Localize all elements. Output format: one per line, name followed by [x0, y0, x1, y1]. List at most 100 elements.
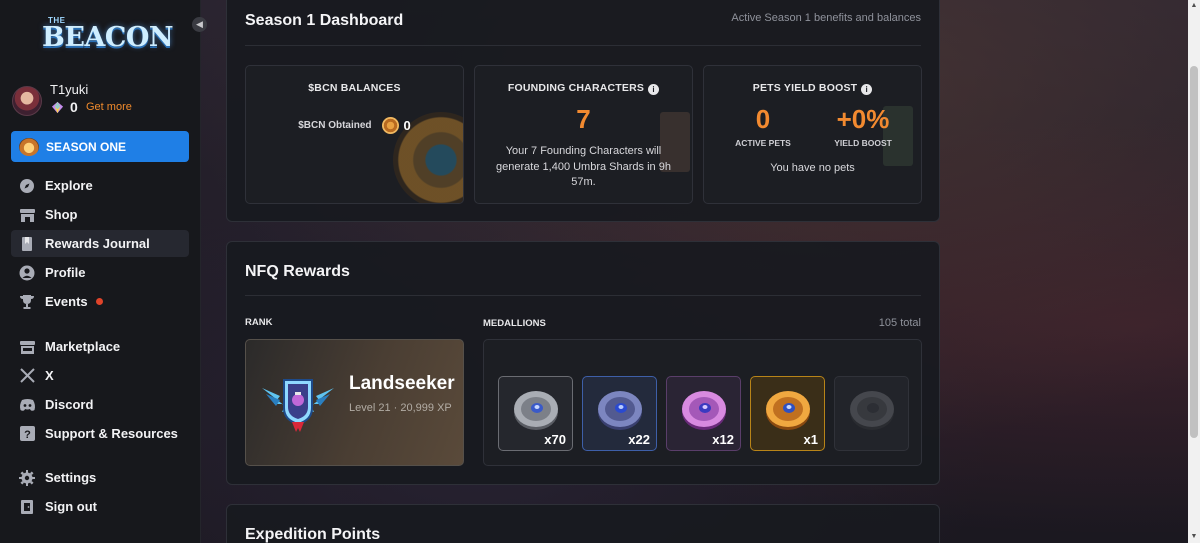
dashboard-subtitle: Active Season 1 benefits and balances: [731, 12, 921, 24]
gem-icon: [51, 101, 64, 114]
medallions-total: 105 total: [878, 317, 921, 329]
sidebar-item-label: Rewards Journal: [45, 236, 150, 251]
store-icon: [18, 206, 36, 224]
founding-heading-row: FOUNDING CHARACTERS i: [475, 82, 692, 95]
sidebar-item-label: Support & Resources: [45, 426, 178, 441]
svg-text:?: ?: [24, 429, 31, 441]
beacon-logo[interactable]: THE BEACON: [40, 16, 174, 60]
user-icon: [18, 264, 36, 282]
pets-heading-row: PETS YIELD BOOST i: [704, 82, 921, 95]
medallion-silver[interactable]: x70: [498, 376, 573, 451]
sidebar-item-support[interactable]: ? Support & Resources: [11, 420, 189, 447]
sign-out-icon: [18, 498, 36, 516]
avatar[interactable]: [12, 86, 42, 116]
medallion-purple[interactable]: x12: [666, 376, 741, 451]
sidebar-item-discord[interactable]: Discord: [11, 391, 189, 418]
page-title: Season 1 Dashboard: [245, 12, 404, 29]
sidebar-item-label: X: [45, 368, 54, 383]
sidebar-item-label: Explore: [45, 178, 93, 193]
sidebar-item-x[interactable]: X: [11, 362, 189, 389]
divider: [245, 45, 921, 46]
sidebar-item-profile[interactable]: Profile: [11, 259, 189, 286]
expedition-points-title: Expedition Points: [245, 526, 381, 543]
nav-secondary: Marketplace X Discord ? Support & Resour…: [11, 333, 189, 449]
purple-medallion-icon: [682, 391, 726, 430]
medallion-blue[interactable]: x22: [582, 376, 657, 451]
yield-boost-label: YIELD BOOST: [834, 138, 892, 148]
medallion-quantity: x22: [628, 432, 650, 447]
medallion-quantity: x70: [544, 432, 566, 447]
blue-medallion-icon: [598, 391, 642, 430]
username: T1yuki: [50, 82, 89, 97]
bcn-balances-heading: $BCN BALANCES: [308, 82, 401, 94]
bcn-coin-icon: [381, 117, 399, 134]
pets-yield-panel: PETS YIELD BOOST i 0 ACTIVE PETS +0% YIEL…: [703, 65, 922, 204]
yield-boost-value: +0%: [836, 104, 890, 134]
collapse-sidebar-button[interactable]: ◀: [192, 17, 207, 32]
sidebar-item-settings[interactable]: Settings: [11, 464, 189, 491]
nfq-rewards-title: NFQ Rewards: [245, 263, 350, 280]
sidebar-item-label: Profile: [45, 265, 86, 280]
trophy-icon: [18, 293, 36, 311]
active-pets-stat: 0 ACTIVE PETS: [718, 104, 808, 148]
rank-name: Landseeker: [349, 373, 455, 394]
sidebar: THE BEACON T1yuki 0 Get more SEASON ONE …: [0, 0, 201, 543]
scroll-up-arrow-icon[interactable]: ▲: [1190, 2, 1198, 10]
founding-characters-description: Your 7 Founding Characters will generate…: [496, 145, 671, 188]
sidebar-item-shop[interactable]: Shop: [11, 201, 189, 228]
x-icon: [18, 367, 36, 385]
help-icon: ?: [18, 425, 36, 443]
journal-icon: [18, 235, 36, 253]
medallions-panel: x70 x22 x12 x1: [483, 339, 922, 466]
gear-icon: [18, 469, 36, 487]
get-more-link[interactable]: Get more: [86, 101, 132, 113]
scrollbar[interactable]: ▲ ▼: [1188, 0, 1200, 543]
info-icon[interactable]: i: [648, 84, 660, 95]
season-dashboard-card: Season 1 Dashboard Active Season 1 benef…: [226, 0, 940, 222]
medallions-label: MEDALLIONS: [483, 318, 546, 329]
founding-characters-count: 7: [576, 104, 591, 134]
discord-icon: [18, 396, 36, 414]
sidebar-item-sign-out[interactable]: Sign out: [11, 493, 189, 520]
sidebar-item-rewards-journal[interactable]: Rewards Journal: [11, 230, 189, 257]
sidebar-item-label: Sign out: [45, 499, 97, 514]
medallion-gold[interactable]: x1: [750, 376, 825, 451]
scrollbar-thumb[interactable]: [1190, 66, 1198, 438]
locked-medallion-icon: [850, 391, 894, 430]
rank-level-xp: Level 21 · 20,999 XP: [349, 402, 452, 414]
no-pets-text: You have no pets: [770, 162, 855, 174]
founding-characters-heading: FOUNDING CHARACTERS: [507, 82, 645, 94]
sidebar-item-label: Events: [45, 294, 88, 309]
compass-icon: [18, 177, 36, 195]
sidebar-item-label: Discord: [45, 397, 94, 412]
notification-dot: [95, 298, 103, 305]
season-one-label: SEASON ONE: [46, 139, 127, 154]
bcn-balances-panel: $BCN BALANCES $BCN Obtained 0: [245, 65, 464, 204]
silver-medallion-icon: [514, 391, 558, 430]
pets-yield-heading: PETS YIELD BOOST: [752, 82, 858, 94]
rank-label: RANK: [245, 317, 273, 328]
chevron-left-icon: ◀: [196, 19, 203, 29]
rank-badge-icon: [262, 379, 334, 432]
season-one-button[interactable]: SEASON ONE: [11, 131, 189, 162]
scroll-down-arrow-icon[interactable]: ▼: [1190, 533, 1198, 541]
expedition-points-card: Expedition Points: [226, 504, 940, 543]
rank-card[interactable]: Landseeker Level 21 · 20,999 XP: [245, 339, 464, 466]
user-panel: T1yuki 0 Get more: [12, 82, 192, 122]
medallion-quantity: x12: [712, 432, 734, 447]
season-badge-icon: [19, 137, 39, 156]
info-icon[interactable]: i: [861, 84, 873, 95]
sidebar-item-explore[interactable]: Explore: [11, 172, 189, 199]
sidebar-item-marketplace[interactable]: Marketplace: [11, 333, 189, 360]
medallion-locked[interactable]: [834, 376, 909, 451]
sidebar-item-events[interactable]: Events: [11, 288, 189, 315]
divider: [245, 295, 921, 296]
yield-boost-stat: +0% YIELD BOOST: [818, 104, 908, 148]
marketplace-icon: [18, 338, 36, 356]
medallion-quantity: x1: [803, 432, 818, 447]
bcn-obtained-row: $BCN Obtained 0: [246, 117, 463, 134]
sidebar-item-label: Marketplace: [45, 339, 121, 354]
bcn-obtained-label: $BCN Obtained: [298, 120, 372, 131]
nav-primary: Explore Shop Rewards Journal Profile Eve…: [11, 172, 189, 317]
founding-characters-panel: FOUNDING CHARACTERS i 7 Your 7 Founding C…: [474, 65, 693, 204]
